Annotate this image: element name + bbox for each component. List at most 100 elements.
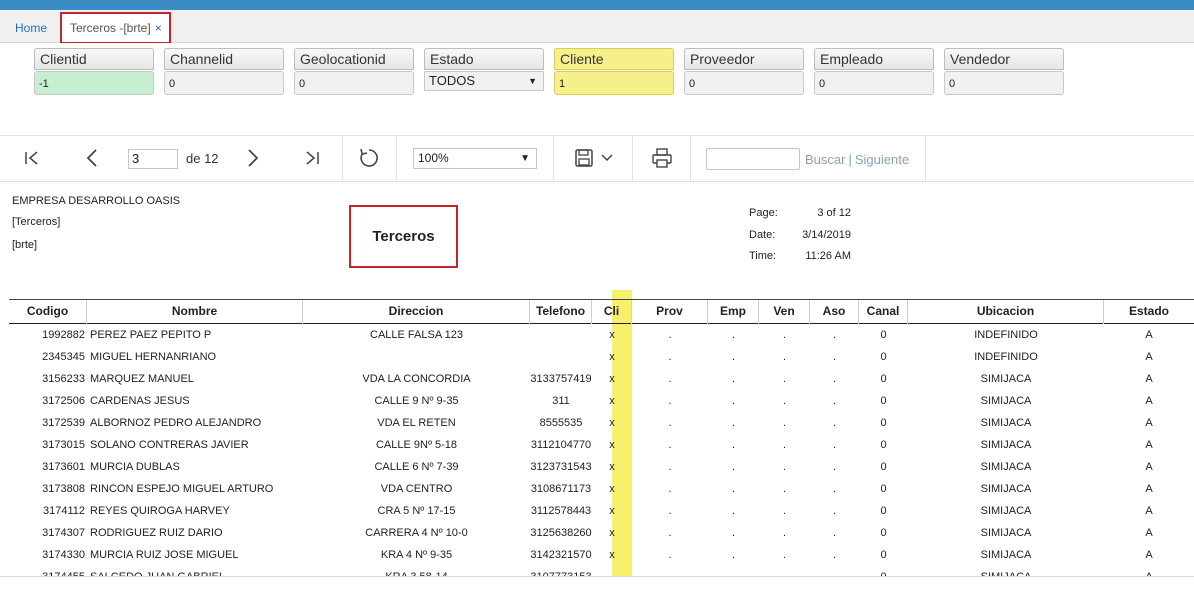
toolbar-separator <box>690 136 691 182</box>
print-icon[interactable] <box>650 145 674 171</box>
cell-canal: 0 <box>880 505 887 517</box>
cell-nombre: REYES QUIROGA HARVEY <box>90 505 230 517</box>
clientid-input[interactable]: -1 <box>34 71 154 95</box>
cell-emp: . <box>731 549 736 561</box>
time-value: 11:26 AM <box>805 250 851 262</box>
cell-emp: . <box>731 395 736 407</box>
cell-canal: 0 <box>880 373 887 385</box>
tab-terceros-label: Terceros -[brte] <box>70 21 151 35</box>
cell-direccion <box>303 346 530 368</box>
cliente-input[interactable]: 1 <box>554 71 674 95</box>
search-input[interactable] <box>706 148 800 170</box>
table-row: 3174307 RODRIGUEZ RUIZ DARIO CARRERA 4 Nº … <box>9 522 1194 544</box>
close-icon[interactable]: × <box>155 21 162 35</box>
cell-ven: . <box>782 417 787 429</box>
cell-aso: . <box>832 395 837 407</box>
cell-nombre: PEREZ PAEZ PEPITO P <box>90 329 212 341</box>
cell-emp: . <box>731 527 736 539</box>
toolbar-separator <box>396 136 397 182</box>
cell-aso: . <box>832 351 837 363</box>
cell-codigo: 3173015 <box>42 439 85 451</box>
cell-cli: x <box>609 505 615 517</box>
filter-channelid: Channelid 0 <box>164 48 284 95</box>
cell-codigo: 3174112 <box>42 505 85 517</box>
cell-emp: . <box>731 461 736 473</box>
cell-ubicacion: SIMIJACA <box>980 549 1032 561</box>
cell-nombre: MURCIA RUIZ JOSE MIGUEL <box>90 549 239 561</box>
cell-direccion: VDA EL RETEN <box>377 417 456 429</box>
cell-aso: . <box>832 483 837 495</box>
report-toolbar: 3 de 12 100% ▼ Buscar | Siguiente <box>0 135 1194 182</box>
table-row: 3172539 ALBORNOZ PEDRO ALEJANDRO VDA EL RE… <box>9 412 1194 434</box>
channelid-input[interactable]: 0 <box>164 71 284 95</box>
cell-cli: x <box>609 395 615 407</box>
tab-strip: Home Terceros -[brte] × <box>0 10 1194 44</box>
empleado-input[interactable]: 0 <box>814 71 934 95</box>
cell-direccion: CRA 5 Nº 17-15 <box>377 505 456 517</box>
cell-estado: A <box>1145 373 1153 385</box>
toolbar-separator <box>925 136 926 182</box>
app-top-bar <box>0 0 1194 10</box>
cell-ubicacion: INDEFINIDO <box>974 329 1038 341</box>
cell-prov: . <box>668 417 672 429</box>
next-page-icon[interactable] <box>243 145 263 171</box>
cell-estado: A <box>1145 505 1153 517</box>
cell-canal: 0 <box>880 527 887 539</box>
cell-prov: . <box>668 373 672 385</box>
first-page-icon[interactable] <box>22 145 42 171</box>
cell-ubicacion: SIMIJACA <box>980 439 1032 451</box>
column-header-direccion: Direccion <box>303 300 530 324</box>
cell-ven: . <box>782 527 787 539</box>
next-match-link[interactable]: Siguiente <box>855 152 909 167</box>
estado-select[interactable]: TODOS ▼ <box>424 71 544 91</box>
table-row: 3173015 SOLANO CONTRERAS JAVIER CALLE 9Nº … <box>9 434 1194 456</box>
toolbar-separator <box>553 136 554 182</box>
chevron-down-icon[interactable] <box>598 145 616 171</box>
refresh-icon[interactable] <box>357 145 381 171</box>
zoom-select[interactable]: 100% ▼ <box>413 148 537 169</box>
cell-ven: . <box>782 549 787 561</box>
chevron-down-icon: ▼ <box>528 76 537 86</box>
filter-panel: Clientid -1 Channelid 0 Geolocationid 0 … <box>0 43 1194 135</box>
cell-codigo: 3173808 <box>42 483 85 495</box>
cell-prov: . <box>668 549 672 561</box>
proveedor-input[interactable]: 0 <box>684 71 804 95</box>
cell-ven: . <box>782 329 787 341</box>
cell-cli: x <box>609 549 615 561</box>
table-row: 3173601 MURCIA DUBLAS CALLE 6 Nº 7-39 31237… <box>9 456 1194 478</box>
page-value: 3 of 12 <box>817 207 851 219</box>
tab-home[interactable]: Home <box>5 14 57 42</box>
cell-ubicacion: SIMIJACA <box>980 395 1032 407</box>
date-value: 3/14/2019 <box>802 229 851 241</box>
tab-terceros[interactable]: Terceros -[brte] × <box>60 12 171 44</box>
cell-telefono: 3142321570 <box>530 549 592 561</box>
last-page-icon[interactable] <box>302 145 322 171</box>
cell-ven: . <box>782 351 787 363</box>
vendedor-input[interactable]: 0 <box>944 71 1064 95</box>
cell-nombre: SOLANO CONTRERAS JAVIER <box>90 439 249 451</box>
column-header-estado: Estado <box>1128 304 1169 318</box>
save-icon[interactable] <box>573 145 595 171</box>
cell-telefono: 3112578443 <box>530 505 592 517</box>
filter-geolocationid: Geolocationid 0 <box>294 48 414 95</box>
cell-nombre: RODRIGUEZ RUIZ DARIO <box>90 527 223 539</box>
search-link[interactable]: Buscar <box>805 152 845 167</box>
prev-page-icon[interactable] <box>82 145 102 171</box>
geolocationid-input[interactable]: 0 <box>294 71 414 95</box>
cell-telefono: 3108671173 <box>530 483 592 495</box>
cell-direccion: VDA LA CONCORDIA <box>362 373 471 385</box>
table-row: 2345345 MIGUEL HERNANRIANO x.... 0 INDEFINID… <box>9 346 1194 368</box>
filter-proveedor: Proveedor 0 <box>684 48 804 95</box>
page-number-input[interactable]: 3 <box>128 149 178 169</box>
filter-empleado: Empleado 0 <box>814 48 934 95</box>
column-header-aso: Aso <box>810 300 859 324</box>
table-row: 3172506 CARDENAS JESUS CALLE 9 Nº 9-35 311 x… <box>9 390 1194 412</box>
table-row: 3173808 RINCON ESPEJO MIGUEL ARTURO VDA CE… <box>9 478 1194 500</box>
cell-telefono: 3133757419 <box>530 373 592 385</box>
report-subtitle: [brte] <box>12 239 38 251</box>
cell-cli: x <box>609 417 615 429</box>
cell-ven: . <box>782 483 787 495</box>
cell-estado: A <box>1145 549 1153 561</box>
cell-prov: . <box>668 505 672 517</box>
cell-prov: . <box>668 395 672 407</box>
